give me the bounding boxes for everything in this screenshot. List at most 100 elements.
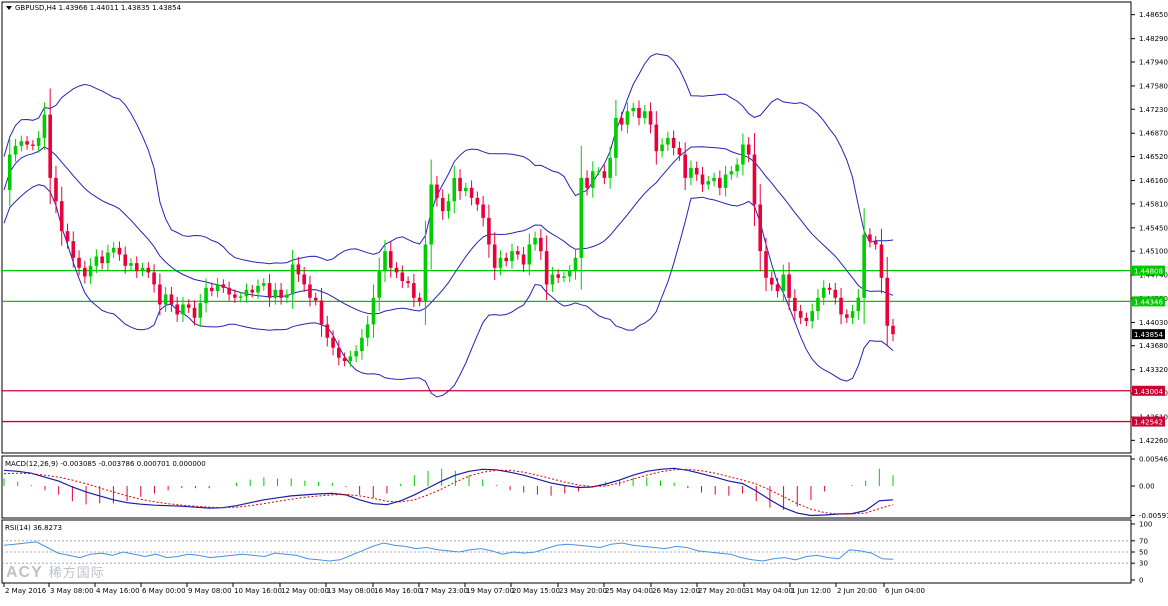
candle-body — [48, 114, 52, 178]
candle-body — [348, 356, 353, 362]
candle-body — [677, 147, 682, 155]
candle-body — [654, 124, 659, 152]
candle-body — [244, 289, 249, 297]
candle-body — [181, 304, 185, 315]
macd-title: MACD(12,26,9) -0.003085 -0.003786 0.0007… — [5, 460, 206, 468]
candle-body — [625, 111, 630, 125]
candle-body — [417, 297, 422, 302]
candle-body — [637, 107, 641, 118]
candle-body — [117, 247, 122, 255]
candle-body — [371, 297, 376, 325]
candle-body — [279, 289, 283, 298]
candle-body — [856, 297, 861, 312]
rsi-tick-label: 30 — [1139, 560, 1148, 568]
candle-body — [435, 184, 439, 198]
price-tick-label: 1.47580 — [1139, 82, 1168, 90]
candle-body — [868, 234, 872, 242]
candle-body — [769, 277, 774, 285]
time-tick-label: 20 May 15:00 — [512, 587, 560, 595]
candle-body — [221, 284, 226, 288]
candle-body — [290, 264, 295, 295]
candle-body — [429, 184, 433, 245]
price-tick-label: 1.46870 — [1139, 130, 1168, 138]
candle-body — [735, 164, 739, 172]
candle-body — [365, 324, 370, 338]
level-price-label: 1.42542 — [1134, 419, 1163, 427]
candle-body — [100, 256, 104, 264]
watermark-sub: 稀方国际 — [48, 565, 105, 580]
macd-tick-label: -0.005971 — [1139, 512, 1168, 520]
header: GBPUSD,H4 1.43966 1.44011 1.43835 1.4385… — [6, 4, 182, 12]
candle-body — [666, 137, 670, 145]
candle-body — [591, 171, 595, 188]
symbol-header: GBPUSD,H4 1.43966 1.44011 1.43835 1.4385… — [15, 4, 182, 12]
candle-body — [885, 277, 890, 326]
candle-body — [694, 167, 699, 175]
chart-canvas[interactable]: 1.48650 1.48290 1.47940 1.47580 1.47230 1.468… — [0, 0, 1168, 601]
time-tick-label: 26 May 12:00 — [652, 587, 700, 595]
candle-body — [481, 204, 485, 218]
level-price-label: 1.44346 — [1134, 298, 1163, 306]
price-tick-label: 1.48650 — [1139, 11, 1168, 19]
rsi-title: RSI(14) 36.8273 — [5, 524, 62, 532]
candle-body — [152, 272, 156, 285]
candle-body — [585, 177, 589, 188]
candle-body — [660, 144, 664, 152]
candle-body — [798, 311, 803, 318]
time-tick-label: 17 May 23:00 — [420, 587, 468, 595]
time-tick-label: 19 May 07:00 — [466, 587, 514, 595]
candle-body — [458, 177, 462, 192]
candle-body — [210, 287, 214, 292]
chart-root: 1.48650 1.48290 1.47940 1.47580 1.47230 1.468… — [0, 0, 1168, 601]
candle-body — [544, 251, 549, 285]
price-tick-label: 1.43680 — [1139, 342, 1168, 350]
rsi-tick-label: 100 — [1139, 521, 1152, 529]
candle-body — [498, 257, 503, 268]
candle-body — [342, 357, 347, 362]
candle-body — [602, 171, 607, 178]
candle-body — [619, 117, 624, 125]
macd-tick-label: 0.00 — [1139, 483, 1155, 491]
candle-body — [59, 201, 64, 232]
candle-body — [337, 347, 341, 358]
rsi-tick-label: 70 — [1139, 537, 1148, 545]
candle-body — [388, 251, 393, 268]
candle-body — [816, 297, 820, 312]
candle-body — [256, 285, 260, 293]
candle-body — [354, 351, 358, 357]
time-tick-label: 13 May 08:00 — [327, 587, 375, 595]
time-tick-label: 10 May 16:00 — [234, 587, 282, 595]
time-tick-label: 31 May 04:00 — [745, 587, 793, 595]
candle-body — [521, 254, 526, 265]
time-tick-label: 6 May 00:00 — [142, 587, 186, 595]
watermark-logo: ACY 稀方国际 — [6, 562, 105, 582]
candle-body — [94, 256, 99, 266]
candle-body — [804, 317, 809, 322]
candle-body — [175, 304, 179, 315]
candle-body — [192, 307, 197, 318]
candle-body — [873, 241, 878, 245]
candle-body — [65, 231, 70, 242]
candle-body — [296, 264, 301, 275]
price-tick-label: 1.45100 — [1139, 248, 1168, 256]
candle-body — [412, 283, 416, 298]
candle-body — [515, 251, 520, 255]
candle-body — [446, 201, 451, 212]
candle-body — [746, 144, 751, 155]
candle-body — [567, 271, 572, 277]
price-tick-label: 1.45810 — [1139, 200, 1168, 208]
time-tick-label: 2 May 2016 — [5, 587, 47, 595]
candle-body — [573, 257, 578, 272]
candle-body — [111, 247, 116, 253]
candle-body — [406, 281, 410, 284]
candle-body — [71, 241, 76, 258]
candle-body — [134, 263, 139, 272]
candle-body — [146, 267, 151, 273]
candle-body — [550, 274, 555, 285]
watermark-brand: ACY — [6, 564, 43, 581]
price-tick-label: 1.46160 — [1139, 177, 1168, 185]
candle-body — [706, 181, 711, 185]
candle-body — [267, 283, 272, 298]
candle-body — [596, 171, 601, 173]
price-tick-label: 1.46520 — [1139, 153, 1168, 161]
